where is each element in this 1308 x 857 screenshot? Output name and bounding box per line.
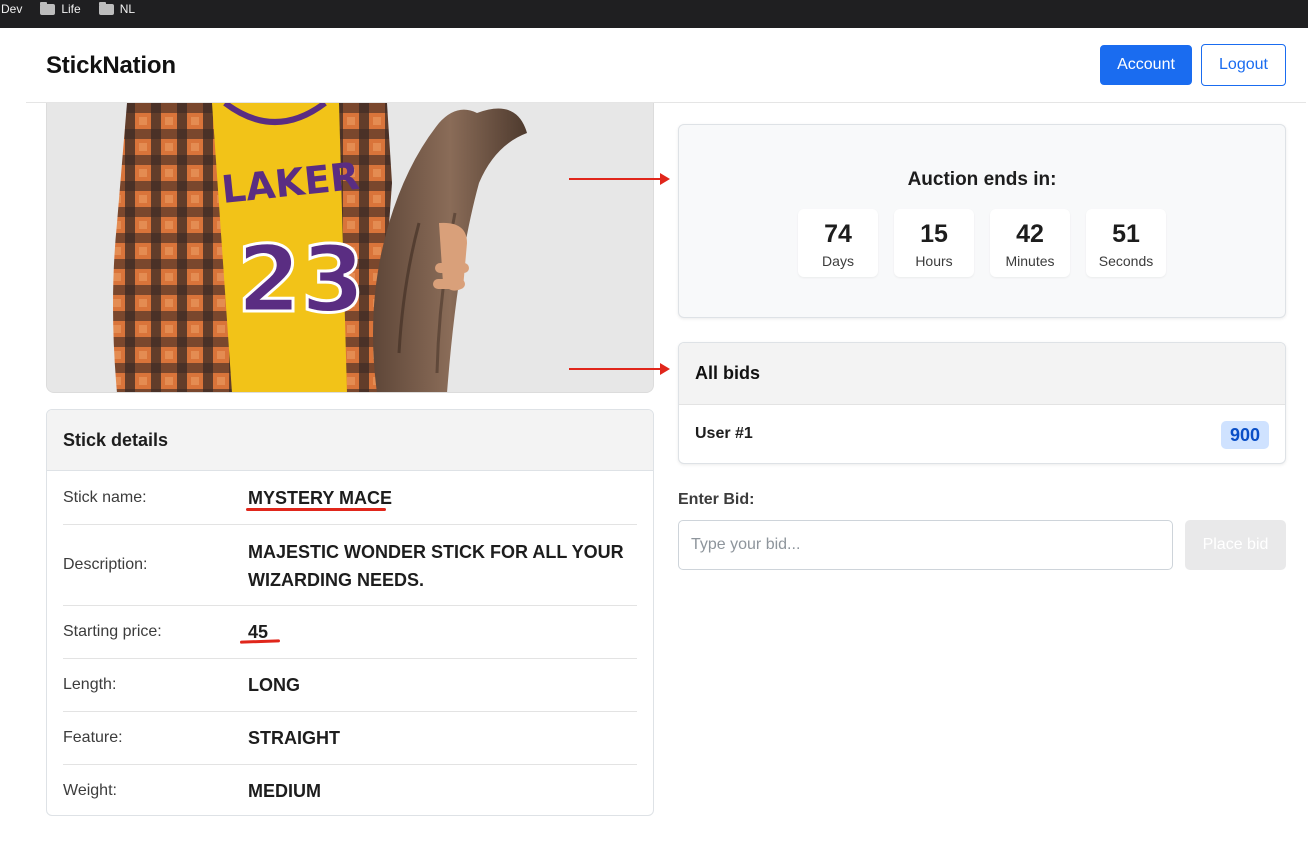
detail-label: Feature: [63, 729, 123, 746]
countdown-value: 51 [1112, 220, 1140, 248]
detail-row-length: Length: LONG [63, 659, 637, 712]
bids-title: All bids [679, 343, 1285, 404]
bookmark-dev[interactable]: Dev [1, 1, 22, 17]
product-photo: LAKER 23 [47, 103, 653, 392]
detail-value: MAJESTIC WONDER STICK FOR ALL YOUR WIZAR… [248, 542, 624, 590]
auction-countdown-card: Auction ends in: 74 Days 15 Hours 42 Min… [678, 124, 1286, 318]
bid-row: User #1 900 [679, 404, 1285, 463]
bid-label: Enter Bid: [678, 491, 755, 508]
bookmark-label: NL [119, 2, 136, 16]
detail-row-description: Description: MAJESTIC WONDER STICK FOR A… [63, 525, 637, 606]
detail-value: MEDIUM [248, 781, 321, 801]
product-image: LAKER 23 [46, 103, 654, 393]
detail-value: LONG [248, 675, 300, 695]
detail-row-feature: Feature: STRAIGHT [63, 712, 637, 765]
account-button[interactable]: Account [1100, 45, 1192, 85]
annotation-arrow-auction [569, 173, 670, 185]
countdown-value: 15 [920, 220, 948, 248]
jersey-number: 23 [237, 226, 365, 333]
annotation-arrow-bids [569, 363, 670, 375]
detail-label: Description: [63, 556, 148, 573]
stick-details-card: Stick details Stick name: MYSTERY MACE D… [46, 409, 654, 816]
folder-icon [40, 1, 56, 15]
bid-input[interactable] [678, 520, 1173, 570]
detail-row-name: Stick name: MYSTERY MACE [63, 472, 637, 525]
bookmark-nl[interactable]: NL [98, 1, 136, 17]
detail-row-weight: Weight: MEDIUM [63, 765, 637, 815]
navbar: StickNation Account Logout [26, 28, 1306, 103]
countdown-unit: Seconds [1098, 253, 1154, 269]
detail-label: Weight: [63, 782, 117, 799]
detail-value: 45 [248, 622, 269, 642]
countdown-unit: Hours [915, 253, 953, 269]
detail-value: STRAIGHT [248, 728, 340, 748]
detail-label: Starting price: [63, 623, 162, 640]
annotation-underline-name [246, 508, 386, 511]
countdown-hours: 15 Hours [894, 209, 974, 277]
bid-amount-badge: 900 [1220, 421, 1269, 449]
detail-label: Stick name: [63, 489, 147, 506]
place-bid-button[interactable]: Place bid [1185, 520, 1286, 570]
detail-label: Length: [63, 676, 117, 693]
countdown-minutes: 42 Minutes [990, 209, 1070, 277]
folder-icon [98, 1, 114, 15]
countdown-unit: Days [822, 253, 854, 269]
countdown-seconds: 51 Seconds [1086, 209, 1166, 277]
bookmark-life[interactable]: Life [40, 1, 81, 17]
bids-card: All bids User #1 900 [678, 342, 1286, 464]
brand-logo[interactable]: StickNation [46, 52, 176, 80]
countdown-value: 74 [824, 220, 852, 248]
bookmark-label: Dev [1, 2, 23, 16]
bid-user: User #1 [695, 425, 753, 442]
bookmarks-bar: Dev Life NL [0, 0, 1308, 28]
logout-button[interactable]: Logout [1201, 44, 1286, 86]
auction-title: Auction ends in: [907, 169, 1057, 190]
countdown-unit: Minutes [1005, 253, 1055, 269]
countdown-value: 42 [1016, 220, 1044, 248]
detail-row-starting-price: Starting price: 45 [63, 606, 637, 659]
bookmark-label: Life [61, 2, 81, 16]
countdown-days: 74 Days [798, 209, 878, 277]
stick-details-title: Stick details [47, 410, 653, 471]
